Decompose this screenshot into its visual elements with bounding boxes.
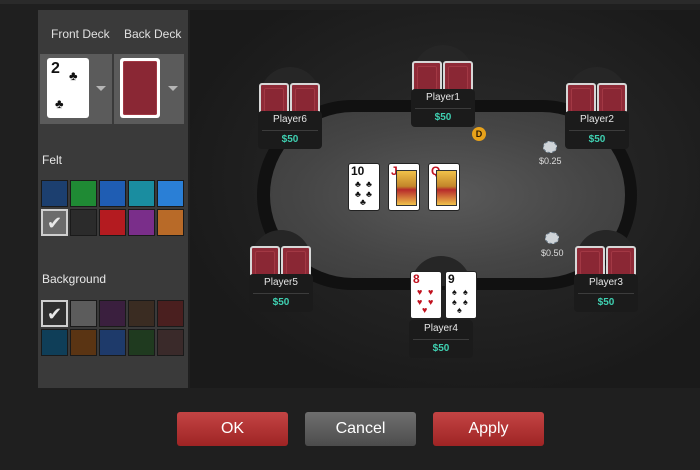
suit-pip-icon: ♥ [422, 305, 428, 315]
top-bar [0, 0, 700, 4]
suit-pip-icon: ♥ [428, 297, 434, 307]
player-name: Player5 [264, 277, 298, 288]
community-card: 10 ♣ ♣ ♣ ♣ ♣ [349, 164, 379, 210]
club-icon: ♣ [69, 68, 78, 83]
felt-color-swatch[interactable] [128, 180, 155, 207]
player-stack: $50 [434, 112, 452, 123]
felt-color-swatch[interactable] [99, 180, 126, 207]
player-name: Player4 [424, 323, 458, 334]
felt-section-label: Felt [42, 153, 63, 167]
felt-color-swatch[interactable] [70, 180, 97, 207]
suit-pip-icon: ♥ [428, 287, 434, 297]
card-rank: 8 [413, 272, 420, 286]
player-stack: $50 [272, 297, 290, 308]
background-color-swatch[interactable] [99, 329, 126, 356]
player-seat-p2[interactable]: Player2 $50 [565, 111, 629, 149]
felt-color-swatch[interactable] [157, 209, 184, 236]
player-stack: $50 [588, 134, 606, 145]
felt-color-swatch[interactable] [99, 209, 126, 236]
player-seat-p1[interactable]: Player1 $50 [411, 89, 475, 127]
chip-icon [545, 232, 559, 244]
background-color-swatch[interactable] [99, 300, 126, 327]
suit-pip-icon: ♥ [417, 287, 423, 297]
background-color-swatch[interactable] [70, 300, 97, 327]
ok-button[interactable]: OK [177, 412, 288, 446]
card-rank: 9 [448, 272, 455, 286]
player-seat-p4[interactable]: Player4 $50 [409, 320, 473, 358]
hero-hole-card: 8 ♥ ♥ ♥ ♥ ♥ [411, 272, 441, 318]
hero-hole-card: 9 ♠ ♠ ♠ ♠ ♠ [446, 272, 476, 318]
background-color-swatch[interactable] [128, 300, 155, 327]
felt-color-swatch[interactable] [70, 209, 97, 236]
player-stack: $50 [597, 297, 615, 308]
settings-panel: Front Deck Back Deck 2 ♣ ♣ Felt ✔ Backgr… [38, 10, 188, 388]
player-name: Player2 [580, 114, 614, 125]
player-name: Player1 [426, 92, 460, 103]
community-card: Q [429, 164, 459, 210]
card-and-table-settings-dialog: Front Deck Back Deck 2 ♣ ♣ Felt ✔ Backgr… [0, 0, 700, 470]
check-icon: ✔ [47, 213, 63, 233]
card-rank: 10 [351, 164, 365, 178]
player-name: Player3 [589, 277, 623, 288]
felt-color-swatch[interactable] [41, 180, 68, 207]
check-icon: ✔ [47, 304, 63, 324]
suit-pip-icon: ♠ [463, 297, 468, 307]
community-card: J [389, 164, 419, 210]
background-color-swatch[interactable] [157, 329, 184, 356]
player-stack: $50 [281, 134, 299, 145]
background-color-swatch[interactable] [157, 300, 184, 327]
suit-pip-icon: ♠ [457, 305, 462, 315]
suit-pip-icon: ♠ [452, 287, 457, 297]
front-deck-label: Front Deck [51, 27, 110, 41]
apply-button[interactable]: Apply [433, 412, 544, 446]
chevron-down-icon [96, 86, 106, 91]
suit-pip-icon: ♣ [366, 189, 372, 199]
background-section-label: Background [42, 272, 107, 286]
felt-color-swatch[interactable]: ✔ [41, 209, 68, 236]
background-color-swatch[interactable] [128, 329, 155, 356]
background-color-swatch[interactable] [70, 329, 97, 356]
player-seat-p6[interactable]: Player6 $50 [258, 111, 322, 149]
player-stack: $50 [432, 343, 450, 354]
player-seat-p5[interactable]: Player5 $50 [249, 274, 313, 312]
player-name: Player6 [273, 114, 307, 125]
face-card-art [396, 170, 417, 206]
background-color-swatch[interactable] [41, 329, 68, 356]
card-back-pattern [123, 61, 157, 115]
felt-color-swatch[interactable] [128, 209, 155, 236]
dealer-button: D [472, 127, 486, 141]
background-color-swatch[interactable]: ✔ [41, 300, 68, 327]
player-seat-p3[interactable]: Player3 $50 [574, 274, 638, 312]
suit-pip-icon: ♣ [360, 197, 366, 207]
felt-color-swatch[interactable] [157, 180, 184, 207]
club-icon: ♣ [55, 96, 64, 111]
small-blind-amount: $0.25 [539, 156, 562, 166]
big-blind-amount: $0.50 [541, 248, 564, 258]
suit-pip-icon: ♣ [355, 179, 361, 189]
back-deck-preview-card [120, 58, 160, 118]
suit-pip-icon: ♠ [463, 287, 468, 297]
chip-icon [543, 141, 557, 153]
back-deck-select[interactable] [114, 54, 184, 124]
suit-pip-icon: ♣ [366, 179, 372, 189]
front-deck-preview-card: 2 ♣ ♣ [47, 58, 89, 118]
cancel-button[interactable]: Cancel [305, 412, 416, 446]
back-deck-label: Back Deck [124, 27, 182, 41]
front-deck-select[interactable]: 2 ♣ ♣ [40, 54, 112, 124]
chevron-down-icon [168, 86, 178, 91]
front-deck-preview-rank: 2 [51, 60, 60, 77]
face-card-art [436, 170, 457, 206]
